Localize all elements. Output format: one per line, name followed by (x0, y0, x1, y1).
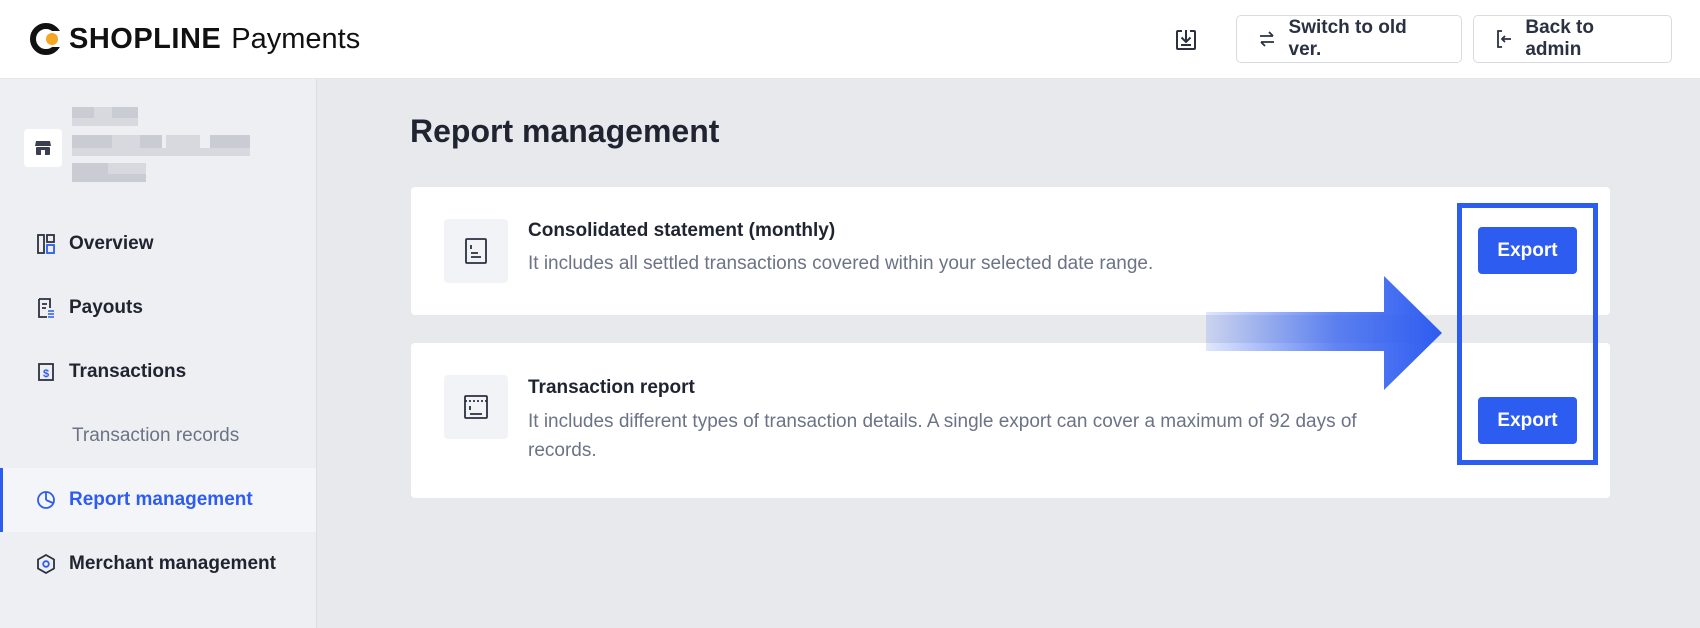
pointer-arrow-icon (1206, 276, 1442, 390)
top-bar: SHOPLINE Payments Switch to old ver. Bac… (0, 0, 1700, 79)
report-description: It includes different types of transacti… (528, 411, 1357, 461)
report-title: Transaction report (528, 377, 695, 398)
sidebar-nav: Overview Payouts $ Transactions Transact… (0, 212, 316, 596)
export-transaction-report-button[interactable]: Export (1478, 397, 1577, 444)
sidebar-item-merchant-management[interactable]: Merchant management (0, 532, 316, 596)
shopline-logo-icon (30, 23, 65, 55)
sidebar-item-label: Transactions (69, 361, 187, 382)
payouts-icon (36, 298, 56, 318)
sidebar-item-overview[interactable]: Overview (0, 212, 316, 276)
sidebar-item-label: Transaction records (72, 425, 240, 446)
report-icon (36, 490, 56, 510)
sidebar-item-label: Payouts (69, 297, 143, 318)
svg-text:$: $ (43, 368, 49, 380)
download-center-button[interactable] (1170, 24, 1202, 56)
report-description: It includes all settled transactions cov… (528, 253, 1154, 274)
document-icon (444, 219, 508, 283)
download-icon (1176, 30, 1196, 50)
report-document-icon (444, 375, 508, 439)
export-consolidated-statement-button[interactable]: Export (1478, 227, 1577, 274)
page-title: Report management (410, 113, 720, 149)
sidebar: Overview Payouts $ Transactions Transact… (0, 79, 317, 628)
sidebar-item-payouts[interactable]: Payouts (0, 276, 316, 340)
store-icon (24, 129, 62, 167)
transactions-icon: $ (36, 362, 56, 382)
store-name-redacted (72, 105, 262, 185)
merchant-icon (36, 554, 56, 574)
sidebar-item-report-management[interactable]: Report management (0, 468, 316, 532)
overview-icon (36, 234, 56, 254)
switch-old-version-label: Switch to old ver. (1288, 17, 1407, 60)
switch-old-version-button[interactable]: Switch to old ver. (1236, 15, 1462, 63)
sidebar-item-label: Report management (69, 489, 253, 510)
report-title: Consolidated statement (monthly) (528, 220, 836, 241)
back-to-admin-label: Back to admin (1525, 17, 1594, 60)
sidebar-item-label: Overview (69, 233, 154, 254)
sidebar-item-transaction-records[interactable]: Transaction records (0, 404, 316, 468)
shopline-payments-logo[interactable]: SHOPLINE Payments (29, 20, 360, 58)
back-to-admin-button[interactable]: Back to admin (1473, 15, 1672, 63)
sidebar-item-label: Merchant management (69, 553, 276, 574)
product-name: Payments (231, 22, 361, 55)
brand-name: SHOPLINE (69, 22, 222, 55)
exit-icon (1494, 29, 1513, 49)
sidebar-item-transactions[interactable]: $ Transactions (0, 340, 316, 404)
swap-icon (1257, 29, 1277, 49)
